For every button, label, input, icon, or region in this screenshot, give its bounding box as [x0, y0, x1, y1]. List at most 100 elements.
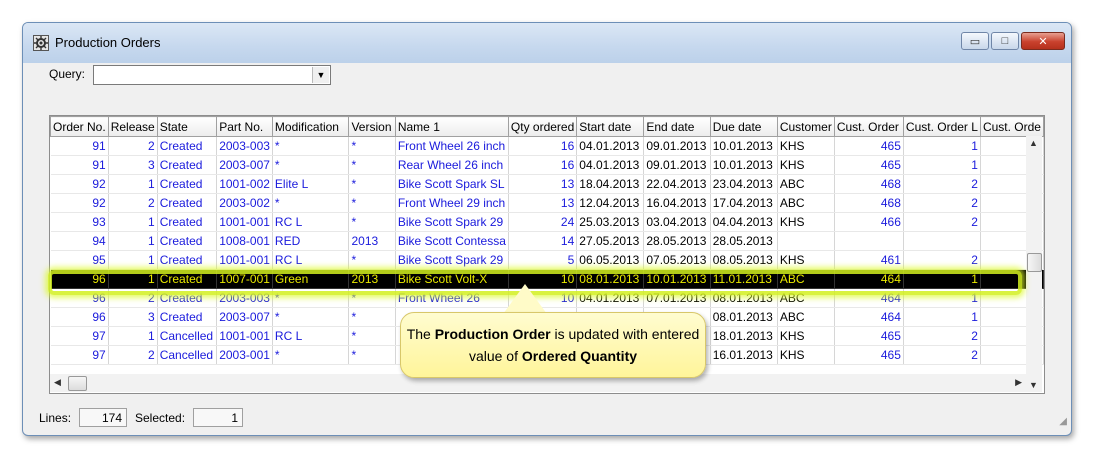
table-cell: 23.04.2013: [710, 174, 778, 194]
callout-text-1: The: [406, 326, 435, 342]
table-cell: *: [272, 193, 350, 213]
maximize-button[interactable]: □: [991, 32, 1019, 50]
table-cell: 04.04.2013: [710, 212, 778, 232]
table-cell: 08.05.2013: [710, 250, 778, 270]
table-cell: Created: [157, 212, 218, 232]
table-cell: 1: [108, 269, 158, 289]
column-header[interactable]: Release: [107, 116, 158, 137]
table-cell: 1: [903, 136, 981, 156]
table-cell: Created: [157, 155, 218, 175]
table-row[interactable]: 95 1 Created 1001-001 RC L * Bike Scott Spark …: [50, 250, 1044, 270]
table-cell: 91: [50, 136, 109, 156]
vertical-scrollbar[interactable]: ▲ ▼: [1026, 136, 1042, 392]
close-button[interactable]: ✕: [1021, 32, 1065, 50]
table-cell: 92: [50, 174, 109, 194]
horizontal-scroll-thumb[interactable]: [68, 376, 87, 391]
table-cell: 91: [50, 155, 109, 175]
query-dropdown[interactable]: ▼: [93, 65, 331, 85]
table-row[interactable]: 96 2 Created 2003-003 * * Front Wheel 26 10 04.0…: [50, 288, 1044, 308]
table-cell: 461: [834, 250, 904, 270]
lines-count: 174: [79, 408, 127, 427]
vertical-scroll-thumb[interactable]: [1027, 253, 1042, 272]
table-cell: 2: [903, 326, 981, 346]
selected-label: Selected:: [135, 411, 186, 425]
table-cell: 2013: [348, 231, 396, 251]
column-header[interactable]: Cust. Order: [833, 116, 904, 137]
table-row[interactable]: 92 2 Created 2003-002 * * Front Wheel 29 inch 1…: [50, 193, 1044, 213]
table-row[interactable]: 91 3 Created 2003-007 * * Rear Wheel 26 inch 16…: [50, 155, 1044, 175]
table-row[interactable]: 91 2 Created 2003-003 * * Front Wheel 26 inch 1…: [50, 136, 1044, 156]
table-cell: 95: [50, 250, 109, 270]
table-cell: 2003-007: [216, 155, 273, 175]
minimize-button[interactable]: ▭: [961, 32, 989, 50]
table-cell: 1001-001: [216, 326, 273, 346]
table-cell: Created: [157, 250, 218, 270]
table-cell: 10: [508, 288, 578, 308]
table-cell: 27.05.2013: [576, 231, 645, 251]
table-cell: 16: [508, 136, 578, 156]
table-cell: 1007-001: [216, 269, 273, 289]
column-header[interactable]: Start date: [576, 116, 645, 137]
table-cell: 2003-007: [216, 307, 273, 327]
table-cell: KHS: [777, 326, 835, 346]
table-cell: 08.01.2013: [710, 307, 778, 327]
table-cell: Elite L: [272, 174, 350, 194]
table-cell: Created: [157, 136, 218, 156]
table-row[interactable]: 94 1 Created 1008-001 RED 2013 Bike Scott Cont…: [50, 231, 1044, 251]
table-cell: ABC: [777, 307, 835, 327]
table-cell: Bike Scott Spark SL: [395, 174, 509, 194]
table-cell: 22.04.2013: [643, 174, 711, 194]
scroll-left-icon[interactable]: ◀: [54, 377, 61, 388]
callout-bold-1: Production Order: [434, 326, 551, 342]
column-header[interactable]: Version: [348, 116, 396, 137]
table-cell: 2: [903, 193, 981, 213]
status-bar: Lines: 174 Selected: 1 ◢: [23, 405, 1071, 431]
table-cell: *: [272, 155, 350, 175]
column-header[interactable]: Qty ordered: [507, 116, 578, 137]
table-cell: 08.01.2013: [710, 288, 778, 308]
table-cell: [903, 231, 981, 251]
table-cell: 25.03.2013: [576, 212, 645, 232]
table-cell: 09.01.2013: [643, 136, 711, 156]
column-header[interactable]: Modification: [271, 116, 350, 137]
table-cell: 10.01.2013: [710, 136, 778, 156]
table-cell: [834, 231, 904, 251]
table-cell: 2: [903, 250, 981, 270]
table-cell: 18.01.2013: [710, 326, 778, 346]
table-row[interactable]: 96 1 Created 1007-001 Green 2013 Bike Scott Vo…: [50, 269, 1044, 289]
title-bar[interactable]: Production Orders ▭ □ ✕: [23, 23, 1071, 63]
table-cell: 13: [508, 193, 578, 213]
table-cell: 1: [108, 326, 158, 346]
table-row[interactable]: 93 1 Created 1001-001 RC L * Bike Scott Spark …: [50, 212, 1044, 232]
table-cell: 1001-001: [216, 212, 273, 232]
column-header[interactable]: Cust. Order L: [902, 116, 981, 137]
column-header[interactable]: Name 1: [394, 116, 509, 137]
table-cell: 2: [108, 136, 158, 156]
column-header[interactable]: End date: [643, 116, 711, 137]
table-cell: *: [348, 212, 396, 232]
column-header[interactable]: Part No.: [216, 116, 273, 137]
column-header[interactable]: State: [156, 116, 218, 137]
column-header[interactable]: Cust. Orde: [979, 116, 1044, 137]
column-header[interactable]: Order No.: [50, 116, 109, 137]
table-cell: 2003-003: [216, 136, 273, 156]
table-cell: 08.01.2013: [576, 269, 645, 289]
scroll-up-icon[interactable]: ▲: [1029, 138, 1038, 148]
resize-grip-icon[interactable]: ◢: [1059, 416, 1067, 427]
chevron-down-icon[interactable]: ▼: [312, 67, 329, 83]
column-header[interactable]: Due date: [709, 116, 778, 137]
table-cell: 2003-002: [216, 193, 273, 213]
table-cell: 1: [903, 288, 981, 308]
table-cell: 04.01.2013: [576, 136, 645, 156]
table-row[interactable]: 92 1 Created 1001-002 Elite L * Bike Scott Spa…: [50, 174, 1044, 194]
table-cell: 3: [108, 155, 158, 175]
column-header[interactable]: Customer: [776, 116, 835, 137]
table-cell: 11.01.2013: [710, 269, 778, 289]
scroll-down-icon[interactable]: ▼: [1029, 380, 1038, 390]
table-cell: 465: [834, 136, 904, 156]
table-cell: *: [272, 288, 350, 308]
scroll-right-icon[interactable]: ▶: [1015, 377, 1022, 388]
table-cell: 2003-003: [216, 288, 273, 308]
table-cell: 96: [50, 269, 109, 289]
lines-label: Lines:: [39, 411, 72, 425]
